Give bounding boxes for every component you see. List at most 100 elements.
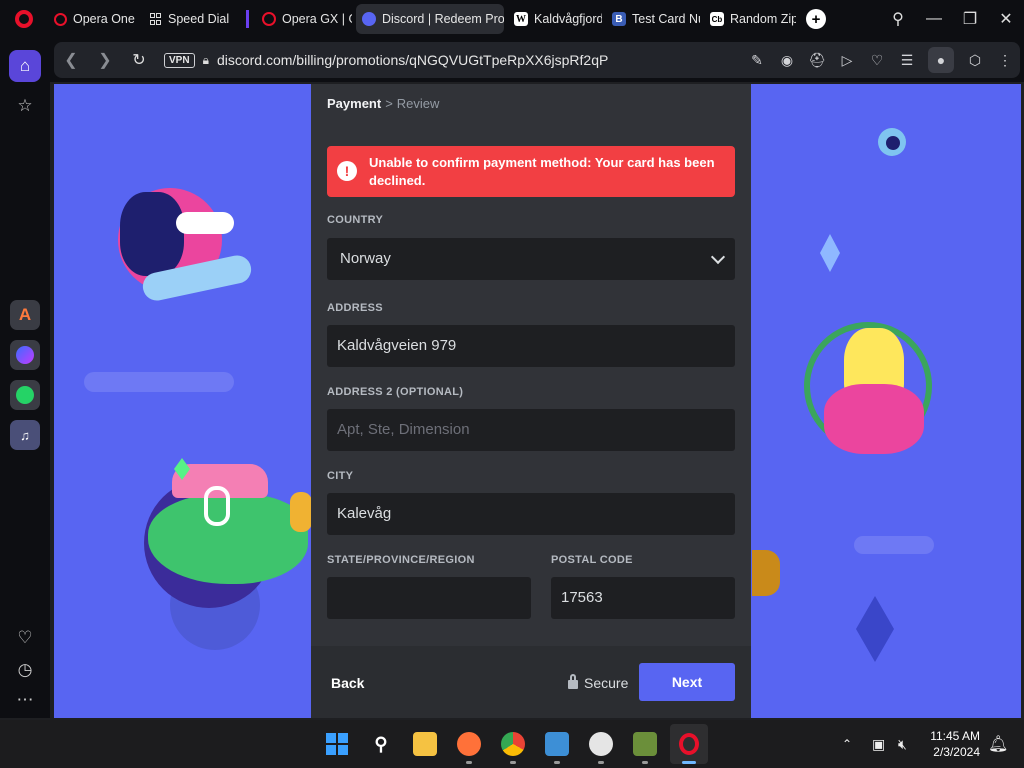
tab-speed-dial[interactable]: Speed Dial [142,4,242,34]
address-label: ADDRESS [327,302,383,314]
secure-indicator: Secure [568,674,629,691]
back-button[interactable]: Back [331,675,364,691]
heart-icon[interactable]: ♡ [9,622,41,654]
vpn-badge[interactable]: VPN [164,52,195,68]
more-icon[interactable]: ⋯ [9,684,41,716]
chevron-down-icon [710,249,726,265]
running-indicator [554,761,560,764]
windows-taskbar: ⚲ ⌃ ▣ 🔇︎ 11:45 AM 2/3/2024 🔔︎ [0,720,1024,768]
headphones-illustration [204,486,230,526]
running-indicator [598,761,604,764]
photos-icon[interactable] [545,732,569,756]
star-icon[interactable]: ☆ [9,90,41,122]
clock-app-icon[interactable] [589,732,613,756]
camera-icon[interactable]: ◉ [772,52,802,69]
postal-code-label: POSTAL CODE [551,554,633,566]
speed-dial-icon [148,12,162,26]
city-input[interactable]: Kalevåg [327,493,735,535]
address2-input[interactable]: Apt, Ste, Dimension [327,409,735,451]
search-icon[interactable]: ⚲ [369,732,393,756]
firefox-icon[interactable] [457,732,481,756]
billing-modal: Payment > Review ! Unable to confirm payme… [311,84,751,718]
home-icon[interactable]: ⌂ [9,50,41,82]
edit-icon[interactable]: ✎ [742,52,772,69]
tab-label: Speed Dial [168,12,230,26]
tab-search-icon[interactable]: ⚲ [880,9,916,29]
music-player-icon[interactable]: ♫ [10,420,40,450]
breadcrumb-payment: Payment [327,96,382,111]
whatsapp-icon[interactable] [10,380,40,410]
lock-icon[interactable]: 🔒︎ [203,53,209,68]
tab-wikipedia[interactable]: W Kaldvågfjord [508,4,602,34]
sparkle-icon [856,596,894,662]
state-input[interactable] [327,577,531,619]
display-icon[interactable]: ▣ [872,720,885,768]
chrome-icon[interactable] [501,732,525,756]
error-alert: ! Unable to confirm payment method: Your… [327,146,735,197]
tab-test-card[interactable]: B Test Card Nu [606,4,700,34]
file-explorer-icon[interactable] [413,732,437,756]
minimize-icon[interactable]: — [916,10,952,28]
forward-arrow-icon[interactable]: ❯ [88,50,122,70]
secure-label: Secure [584,675,629,691]
messenger-icon[interactable] [10,340,40,370]
tab-label: Discord | Redeem Pro [382,12,504,26]
opera-taskbar-icon[interactable] [677,732,701,756]
breadcrumb-review: Review [396,96,440,111]
window-controls: ⚲ — ❐ ✕ [880,0,1024,38]
postal-code-input[interactable]: 17563 [551,577,735,619]
address2-label: ADDRESS 2 (OPTIONAL) [327,386,464,398]
chevron-right-icon: > [385,96,393,111]
cb-icon: Cb [710,12,724,26]
windows-start-icon[interactable] [325,732,349,756]
back-arrow-icon[interactable]: ❮ [54,50,88,70]
minecraft-icon[interactable] [633,732,657,756]
extensions-icon[interactable]: ⬡ [960,52,990,69]
hooded-character-illustration [120,192,184,276]
address-input[interactable]: Kaldvågveien 979 [327,325,735,367]
aria-icon[interactable]: A [10,300,40,330]
url-input[interactable]: discord.com/billing/promotions/qNGQVUGtT… [217,52,608,68]
volume-muted-icon[interactable]: 🔇︎ [898,720,907,768]
opera-gx-icon [262,12,276,26]
tab-random-zip[interactable]: Cb Random Zip [704,4,796,34]
padlock-icon [568,674,578,689]
tab-label: Random Zip [730,12,796,26]
opera-menu-button[interactable] [0,0,48,38]
decorative-cloud [854,536,934,554]
tab-opera-gx[interactable]: Opera GX | G [256,4,352,34]
system-clock[interactable]: 11:45 AM 2/3/2024 [930,728,980,760]
adblock-shield-icon[interactable]: ⛑ [802,52,832,69]
alert-icon: ! [337,161,357,181]
close-icon[interactable]: ✕ [988,9,1024,29]
country-select[interactable]: Norway [327,238,735,280]
notification-bell-icon[interactable]: 🔔︎ [988,720,1008,768]
tab-label: Kaldvågfjord [534,12,602,26]
running-indicator [642,761,648,764]
error-message: Unable to confirm payment method: Your c… [369,155,715,188]
tab-discord[interactable]: Discord | Redeem Pro [356,4,504,34]
maximize-icon[interactable]: ❐ [952,9,988,29]
flying-creature-illustration [860,118,920,162]
modal-footer: Back Secure Next [311,646,751,718]
sparkle-icon [820,234,840,272]
browser-menu-icon[interactable]: ⋮ [990,52,1020,69]
city-label: CITY [327,470,354,482]
address-bar-container: ❮ ❯ ↻ VPN 🔒︎ discord.com/billing/promoti… [50,38,1024,82]
discord-icon [362,12,376,26]
tab-opera-one[interactable]: Opera One [48,4,138,34]
orange-creature-illustration [752,550,780,596]
send-icon[interactable]: ▷ [832,52,862,69]
reload-icon[interactable]: ↻ [122,50,156,70]
easy-setup-icon[interactable]: ☰ [892,52,922,69]
profile-icon[interactable]: ● [928,47,954,73]
tab-label: Test Card Nu [632,12,700,26]
history-icon[interactable]: ◷ [9,654,41,686]
wikipedia-icon: W [514,12,528,26]
new-tab-button[interactable]: + [806,9,826,29]
page-background: Payment > Review ! Unable to confirm payme… [54,84,1021,718]
next-button[interactable]: Next [639,663,735,701]
clock-date: 2/3/2024 [933,745,980,759]
heart-icon[interactable]: ♡ [862,52,892,69]
tray-overflow-icon[interactable]: ⌃ [842,720,852,768]
